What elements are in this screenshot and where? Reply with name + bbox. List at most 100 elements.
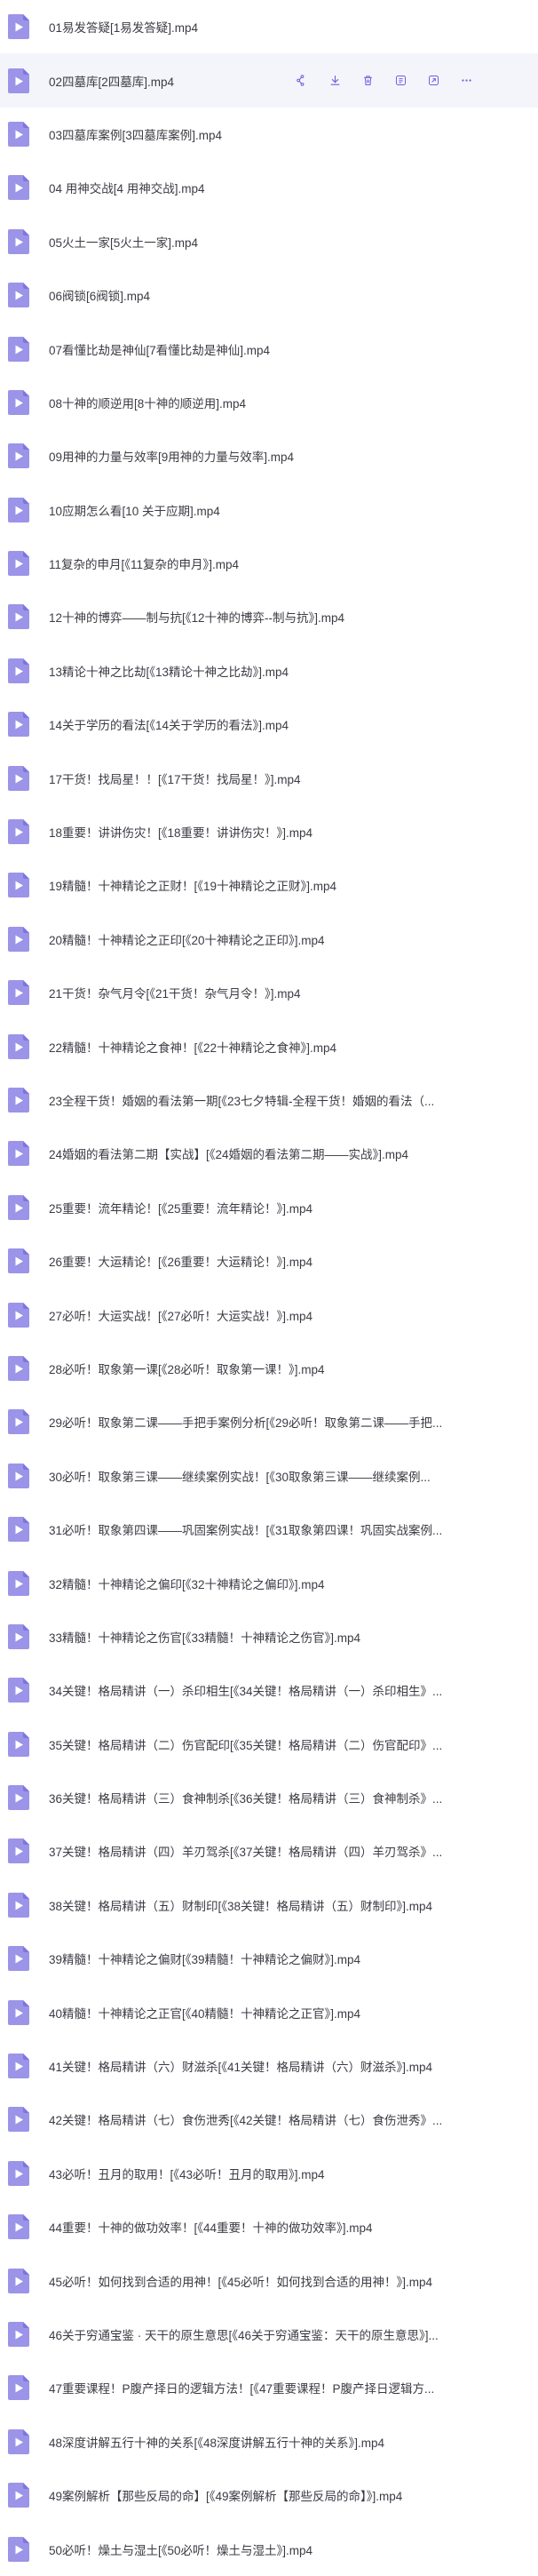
file-row[interactable]: 09用神的力量与效率[9用神的力量与效率].mp4 xyxy=(0,429,538,483)
file-name[interactable]: 13精论十神之比劫[《13精论十神之比劫》].mp4 xyxy=(49,662,289,680)
file-row[interactable]: 47重要课程！P腹产择日的逻辑方法！[《47重要课程！P腹产择日逻辑方... xyxy=(0,2361,538,2414)
file-name[interactable]: 28必听！取象第一课[《28必听！取象第一课！》].mp4 xyxy=(49,1360,325,1377)
file-name[interactable]: 10应期怎么看[10 关于应期].mp4 xyxy=(49,501,220,519)
file-name[interactable]: 20精髓！十神精论之正印[《20十神精论之正印》].mp4 xyxy=(49,930,325,948)
file-row[interactable]: 19精髓！十神精论之正财！[《19十神精论之正财》].mp4 xyxy=(0,858,538,912)
open-button[interactable] xyxy=(417,71,450,91)
file-row[interactable]: 35关键！格局精讲（二）伤官配印[《35关键！格局精讲（二）伤官配印》... xyxy=(0,1718,538,1771)
file-row[interactable]: 38关键！格局精讲（五）财制印[《38关键！格局精讲（五）财制印》].mp4 xyxy=(0,1878,538,1932)
file-name[interactable]: 08十神的顺逆用[8十神的顺逆用].mp4 xyxy=(49,394,246,411)
file-name[interactable]: 01易发答疑[1易发答疑].mp4 xyxy=(49,18,198,36)
file-name[interactable]: 35关键！格局精讲（二）伤官配印[《35关键！格局精讲（二）伤官配印》... xyxy=(49,1735,442,1753)
share-button[interactable] xyxy=(286,71,319,91)
file-name[interactable]: 42关键！格局精讲（七）食伤泄秀[《42关键！格局精讲（七）食伤泄秀》... xyxy=(49,2110,442,2128)
file-row[interactable]: 12十神的博弈——制与抗[《12十神的博弈--制与抗》].mp4 xyxy=(0,590,538,643)
info-button[interactable] xyxy=(384,71,417,91)
file-name[interactable]: 12十神的博弈——制与抗[《12十神的博弈--制与抗》].mp4 xyxy=(49,608,344,626)
file-row[interactable]: 21干货！杂气月令[《21干货！杂气月令！》].mp4 xyxy=(0,966,538,1019)
file-row[interactable]: 43必听！丑月的取用！[《43必听！丑月的取用》].mp4 xyxy=(0,2147,538,2200)
file-name[interactable]: 39精髓！十神精论之偏财[《39精髓！十神精论之偏财》].mp4 xyxy=(49,1950,360,1967)
file-row[interactable]: 36关键！格局精讲（三）食神制杀[《36关键！格局精讲（三）食神制杀》... xyxy=(0,1771,538,1824)
file-name[interactable]: 17干货！找局星！！[《17干货！找局星！》].mp4 xyxy=(49,770,301,787)
file-name[interactable]: 32精髓！十神精论之偏印[《32十神精论之偏印》].mp4 xyxy=(49,1575,325,1592)
file-row[interactable]: 10应期怎么看[10 关于应期].mp4 xyxy=(0,483,538,537)
file-name[interactable]: 23全程干货！婚姻的看法第一期[《23七夕特辑-全程干货！婚姻的看法（... xyxy=(49,1091,434,1109)
file-row[interactable]: 45必听！如何找到合适的用神！[《45必听！如何找到合适的用神！》].mp4 xyxy=(0,2253,538,2307)
file-name[interactable]: 21干货！杂气月令[《21干货！杂气月令！》].mp4 xyxy=(49,984,301,1001)
file-row[interactable]: 39精髓！十神精论之偏财[《39精髓！十神精论之偏财》].mp4 xyxy=(0,1932,538,1985)
file-row[interactable]: 13精论十神之比劫[《13精论十神之比劫》].mp4 xyxy=(0,644,538,698)
file-row[interactable]: 48深度讲解五行十神的关系[《48深度讲解五行十神的关系》].mp4 xyxy=(0,2415,538,2468)
file-name[interactable]: 44重要！十神的做功效率！[《44重要！十神的做功效率》].mp4 xyxy=(49,2218,373,2236)
file-row[interactable]: 02四墓库[2四墓库].mp4 xyxy=(0,53,538,108)
file-row[interactable]: 46关于穷通宝鉴 · 天干的原生意思[《46关于穷通宝鉴：天干的原生意思》]..… xyxy=(0,2308,538,2361)
file-name[interactable]: 04 用神交战[4 用神交战].mp4 xyxy=(49,179,205,196)
file-name[interactable]: 31必听！取象第四课——巩固案例实战！[《31取象第四课！巩固实战案例... xyxy=(49,1520,442,1538)
file-name[interactable]: 26重要！大运精论！[《26重要！大运精论！》].mp4 xyxy=(49,1252,313,1270)
file-name[interactable]: 36关键！格局精讲（三）食神制杀[《36关键！格局精讲（三）食神制杀》... xyxy=(49,1789,442,1806)
file-row[interactable]: 30必听！取象第三课——继续案例实战！[《30取象第三课——继续案例... xyxy=(0,1449,538,1503)
file-row[interactable]: 26重要！大运精论！[《26重要！大运精论！》].mp4 xyxy=(0,1234,538,1288)
file-row[interactable]: 37关键！格局精讲（四）羊刃驾杀[《37关键！格局精讲（四）羊刃驾杀》... xyxy=(0,1824,538,1878)
file-name[interactable]: 37关键！格局精讲（四）羊刃驾杀[《37关键！格局精讲（四）羊刃驾杀》... xyxy=(49,1842,442,1860)
file-name[interactable]: 06阀锁[6阀锁].mp4 xyxy=(49,286,150,304)
file-name[interactable]: 40精髓！十神精论之正官[《40精髓！十神精论之正官》].mp4 xyxy=(49,2004,360,2022)
file-name[interactable]: 02四墓库[2四墓库].mp4 xyxy=(49,72,174,90)
file-name[interactable]: 45必听！如何找到合适的用神！[《45必听！如何找到合适的用神！》].mp4 xyxy=(49,2272,432,2290)
file-row[interactable]: 29必听！取象第二课——手把手案例分析[《29必听！取象第二课——手把... xyxy=(0,1395,538,1448)
file-row[interactable]: 01易发答疑[1易发答疑].mp4 xyxy=(0,0,538,53)
file-row[interactable]: 27必听！大运实战！[《27必听！大运实战！》].mp4 xyxy=(0,1288,538,1341)
file-row[interactable]: 14关于学历的看法[《14关于学历的看法》].mp4 xyxy=(0,698,538,751)
file-name[interactable]: 34关键！格局精讲（一）杀印相生[《34关键！格局精讲（一）杀印相生》... xyxy=(49,1681,442,1699)
file-row[interactable]: 07看懂比劫是神仙[7看懂比劫是神仙].mp4 xyxy=(0,322,538,375)
download-button[interactable] xyxy=(319,71,352,91)
delete-button[interactable] xyxy=(352,71,384,91)
file-row[interactable]: 41关键！格局精讲（六）财滋杀[《41关键！格局精讲（六）财滋杀》].mp4 xyxy=(0,2039,538,2093)
file-row[interactable]: 18重要！讲讲伤灾！[《18重要！讲讲伤灾！》].mp4 xyxy=(0,805,538,858)
file-name[interactable]: 48深度讲解五行十神的关系[《48深度讲解五行十神的关系》].mp4 xyxy=(49,2433,384,2451)
file-row[interactable]: 23全程干货！婚姻的看法第一期[《23七夕特辑-全程干货！婚姻的看法（... xyxy=(0,1073,538,1127)
file-name[interactable]: 07看懂比劫是神仙[7看懂比劫是神仙].mp4 xyxy=(49,340,270,358)
file-row[interactable]: 28必听！取象第一课[《28必听！取象第一课！》].mp4 xyxy=(0,1342,538,1395)
file-row[interactable]: 20精髓！十神精论之正印[《20十神精论之正印》].mp4 xyxy=(0,913,538,966)
file-row[interactable]: 17干货！找局星！！[《17干货！找局星！》].mp4 xyxy=(0,751,538,804)
file-name[interactable]: 47重要课程！P腹产择日的逻辑方法！[《47重要课程！P腹产择日逻辑方... xyxy=(49,2379,434,2397)
file-name[interactable]: 43必听！丑月的取用！[《43必听！丑月的取用》].mp4 xyxy=(49,2165,325,2182)
file-row[interactable]: 04 用神交战[4 用神交战].mp4 xyxy=(0,161,538,214)
file-name[interactable]: 24婚姻的看法第二期【实战】[《24婚姻的看法第二期——实战》].mp4 xyxy=(49,1144,408,1162)
file-row[interactable]: 03四墓库案例[3四墓库案例].mp4 xyxy=(0,108,538,161)
file-row[interactable]: 49案例解析【那些反局的命】[《49案例解析【那些反局的命】》].mp4 xyxy=(0,2468,538,2522)
file-name[interactable]: 38关键！格局精讲（五）财制印[《38关键！格局精讲（五）财制印》].mp4 xyxy=(49,1896,432,1914)
file-name[interactable]: 18重要！讲讲伤灾！[《18重要！讲讲伤灾！》].mp4 xyxy=(49,823,313,841)
file-name[interactable]: 29必听！取象第二课——手把手案例分析[《29必听！取象第二课——手把... xyxy=(49,1413,442,1431)
file-name[interactable]: 22精髓！十神精论之食神！[《22十神精论之食神》].mp4 xyxy=(49,1038,336,1056)
file-row[interactable]: 33精髓！十神精论之伤官[《33精髓！十神精论之伤官》].mp4 xyxy=(0,1610,538,1663)
file-name[interactable]: 25重要！流年精论！[《25重要！流年精论！》].mp4 xyxy=(49,1199,313,1216)
file-name[interactable]: 09用神的力量与效率[9用神的力量与效率].mp4 xyxy=(49,447,294,465)
file-row[interactable]: 42关键！格局精讲（七）食伤泄秀[《42关键！格局精讲（七）食伤泄秀》... xyxy=(0,2093,538,2146)
file-row[interactable]: 44重要！十神的做功效率！[《44重要！十神的做功效率》].mp4 xyxy=(0,2200,538,2253)
file-name[interactable]: 27必听！大运实战！[《27必听！大运实战！》].mp4 xyxy=(49,1306,313,1324)
file-row[interactable]: 34关键！格局精讲（一）杀印相生[《34关键！格局精讲（一）杀印相生》... xyxy=(0,1663,538,1717)
more-button[interactable] xyxy=(450,71,483,91)
file-row[interactable]: 25重要！流年精论！[《25重要！流年精论！》].mp4 xyxy=(0,1181,538,1234)
file-row[interactable]: 11复杂的申月[《11复杂的申月》].mp4 xyxy=(0,537,538,590)
file-name[interactable]: 05火土一家[5火土一家].mp4 xyxy=(49,233,198,251)
file-row[interactable]: 24婚姻的看法第二期【实战】[《24婚姻的看法第二期——实战》].mp4 xyxy=(0,1127,538,1180)
file-row[interactable]: 31必听！取象第四课——巩固案例实战！[《31取象第四课！巩固实战案例... xyxy=(0,1503,538,1556)
file-row[interactable]: 08十神的顺逆用[8十神的顺逆用].mp4 xyxy=(0,376,538,429)
file-name[interactable]: 11复杂的申月[《11复杂的申月》].mp4 xyxy=(49,554,239,572)
file-row[interactable]: 40精髓！十神精论之正官[《40精髓！十神精论之正官》].mp4 xyxy=(0,1985,538,2038)
file-name[interactable]: 30必听！取象第三课——继续案例实战！[《30取象第三课——继续案例... xyxy=(49,1467,431,1485)
file-row[interactable]: 05火土一家[5火土一家].mp4 xyxy=(0,215,538,268)
file-name[interactable]: 50必听！燥土与湿土[《50必听！燥土与湿土》].mp4 xyxy=(49,2540,313,2558)
file-name[interactable]: 46关于穷通宝鉴 · 天干的原生意思[《46关于穷通宝鉴：天干的原生意思》]..… xyxy=(49,2325,439,2343)
file-row[interactable]: 22精髓！十神精论之食神！[《22十神精论之食神》].mp4 xyxy=(0,1019,538,1073)
file-name[interactable]: 49案例解析【那些反局的命】[《49案例解析【那些反局的命】》].mp4 xyxy=(49,2486,402,2504)
file-name[interactable]: 19精髓！十神精论之正财！[《19十神精论之正财》].mp4 xyxy=(49,876,336,894)
file-row[interactable]: 50必听！燥土与湿土[《50必听！燥土与湿土》].mp4 xyxy=(0,2522,538,2575)
file-name[interactable]: 03四墓库案例[3四墓库案例].mp4 xyxy=(49,125,222,143)
file-row[interactable]: 32精髓！十神精论之偏印[《32十神精论之偏印》].mp4 xyxy=(0,1556,538,1609)
file-name[interactable]: 14关于学历的看法[《14关于学历的看法》].mp4 xyxy=(49,715,289,733)
file-name[interactable]: 33精髓！十神精论之伤官[《33精髓！十神精论之伤官》].mp4 xyxy=(49,1628,360,1646)
